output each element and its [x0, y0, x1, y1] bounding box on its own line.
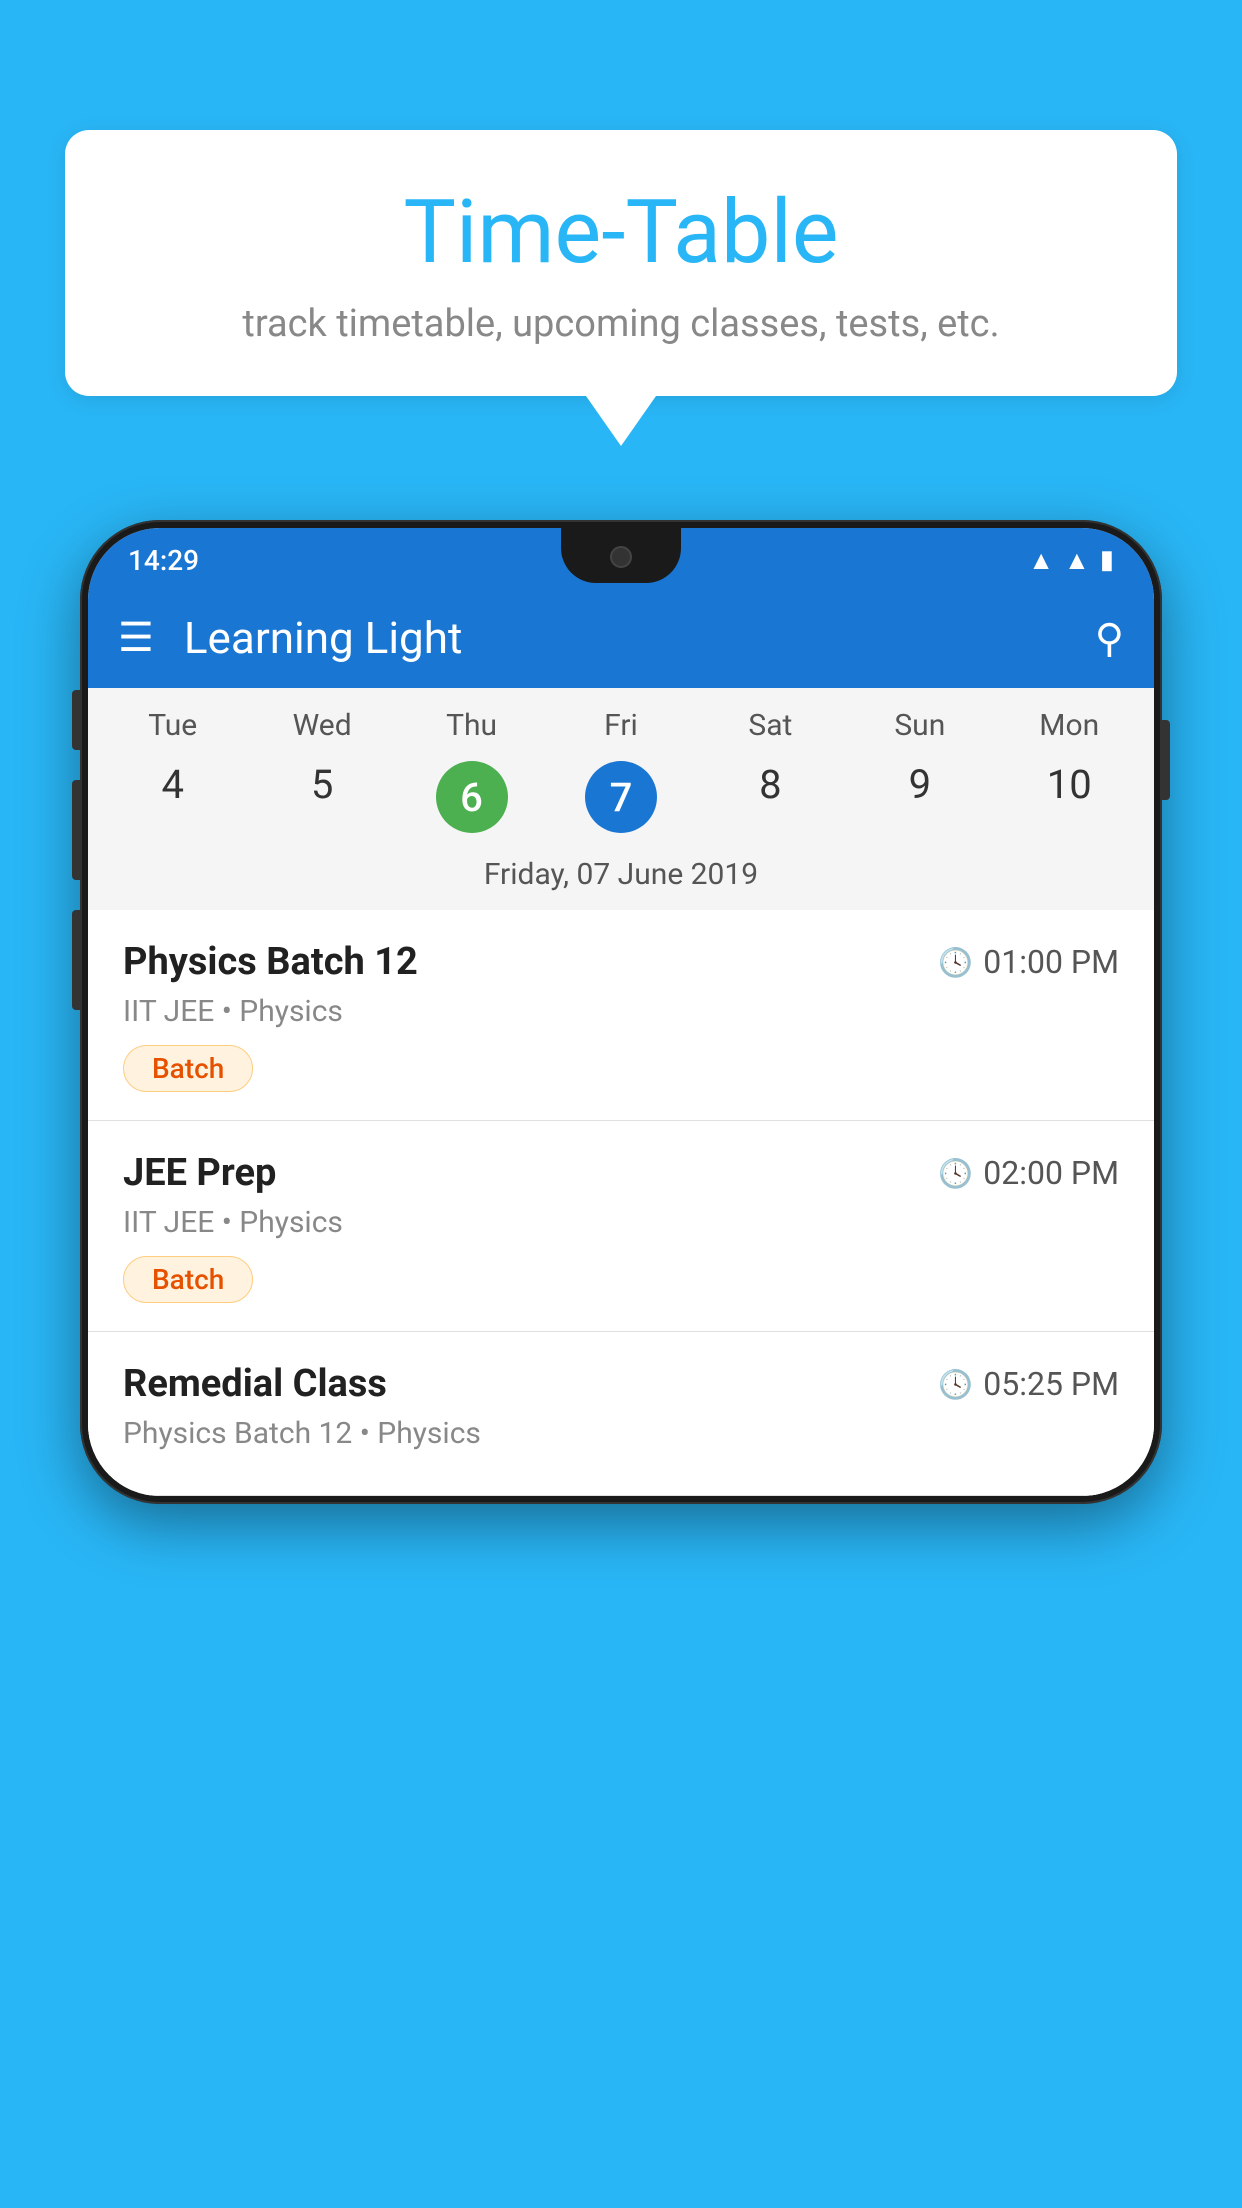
phone-mockup: 14:29 ▲ ▲ ▮ ☰ Learning Light ⚲ TueWedThu…	[80, 520, 1162, 1504]
batch-badge-1: Batch	[123, 1256, 253, 1303]
day-header-mon: Mon	[995, 708, 1144, 751]
day-headers: TueWedThuFriSatSunMon	[88, 708, 1154, 751]
feature-title: Time-Table	[125, 185, 1117, 282]
schedule-title-0: Physics Batch 12	[123, 940, 418, 984]
schedule-time-1: 02:00 PM	[983, 1154, 1119, 1192]
volume-up-button	[72, 780, 80, 880]
clock-icon-1: 🕓	[938, 1157, 973, 1190]
day-numbers: 45678910	[88, 751, 1154, 847]
hamburger-menu-icon[interactable]: ☰	[118, 618, 154, 658]
day-header-fri: Fri	[546, 708, 695, 751]
clock-icon-0: 🕓	[938, 946, 973, 979]
schedule-title-2: Remedial Class	[123, 1362, 387, 1406]
schedule-subtitle-1: IIT JEE • Physics	[123, 1205, 1119, 1240]
volume-silent-button	[72, 690, 80, 750]
front-camera	[610, 546, 632, 568]
schedule-list: Physics Batch 12 🕓 01:00 PM IIT JEE • Physi…	[88, 910, 1154, 1496]
schedule-time-2: 05:25 PM	[983, 1365, 1119, 1403]
schedule-title-1: JEE Prep	[123, 1151, 276, 1195]
speech-bubble-section: Time-Table track timetable, upcoming cla…	[65, 130, 1177, 446]
calendar-strip: TueWedThuFriSatSunMon 45678910 Friday, 0…	[88, 688, 1154, 910]
batch-badge-0: Batch	[123, 1045, 253, 1092]
day-header-sun: Sun	[845, 708, 994, 751]
battery-icon: ▮	[1100, 545, 1114, 575]
volume-down-button	[72, 910, 80, 1010]
day-number-8[interactable]: 8	[696, 751, 845, 847]
status-time: 14:29	[128, 544, 199, 577]
speech-bubble-card: Time-Table track timetable, upcoming cla…	[65, 130, 1177, 396]
app-bar-title: Learning Light	[184, 612, 1095, 664]
schedule-item-2[interactable]: Remedial Class 🕓 05:25 PM Physics Batch 12 …	[88, 1332, 1154, 1496]
day-header-thu: Thu	[397, 708, 546, 751]
status-icons: ▲ ▲ ▮	[1028, 545, 1114, 576]
power-button	[1162, 720, 1170, 800]
day-header-sat: Sat	[696, 708, 845, 751]
schedule-item-0[interactable]: Physics Batch 12 🕓 01:00 PM IIT JEE • Physi…	[88, 910, 1154, 1121]
schedule-subtitle-2: Physics Batch 12 • Physics	[123, 1416, 1119, 1451]
selected-date-label: Friday, 07 June 2019	[88, 847, 1154, 910]
day-number-9[interactable]: 9	[845, 751, 994, 847]
wifi-icon: ▲	[1028, 545, 1054, 576]
day-number-5[interactable]: 5	[247, 751, 396, 847]
day-number-10[interactable]: 10	[995, 751, 1144, 847]
clock-icon-2: 🕓	[938, 1368, 973, 1401]
day-header-tue: Tue	[98, 708, 247, 751]
app-bar: ☰ Learning Light ⚲	[88, 588, 1154, 688]
day-number-6[interactable]: 6	[397, 751, 546, 847]
signal-icon: ▲	[1064, 545, 1090, 576]
day-number-4[interactable]: 4	[98, 751, 247, 847]
search-icon[interactable]: ⚲	[1095, 615, 1124, 662]
schedule-item-1[interactable]: JEE Prep 🕓 02:00 PM IIT JEE • Physics Batch	[88, 1121, 1154, 1332]
phone-screen: 14:29 ▲ ▲ ▮ ☰ Learning Light ⚲ TueWedThu…	[88, 528, 1154, 1496]
schedule-time-0: 01:00 PM	[983, 943, 1119, 981]
day-header-wed: Wed	[247, 708, 396, 751]
speech-bubble-arrow	[586, 396, 656, 446]
phone-notch	[561, 528, 681, 583]
schedule-subtitle-0: IIT JEE • Physics	[123, 994, 1119, 1029]
day-number-7[interactable]: 7	[546, 751, 695, 847]
feature-subtitle: track timetable, upcoming classes, tests…	[125, 302, 1117, 346]
phone-frame: 14:29 ▲ ▲ ▮ ☰ Learning Light ⚲ TueWedThu…	[80, 520, 1162, 1504]
